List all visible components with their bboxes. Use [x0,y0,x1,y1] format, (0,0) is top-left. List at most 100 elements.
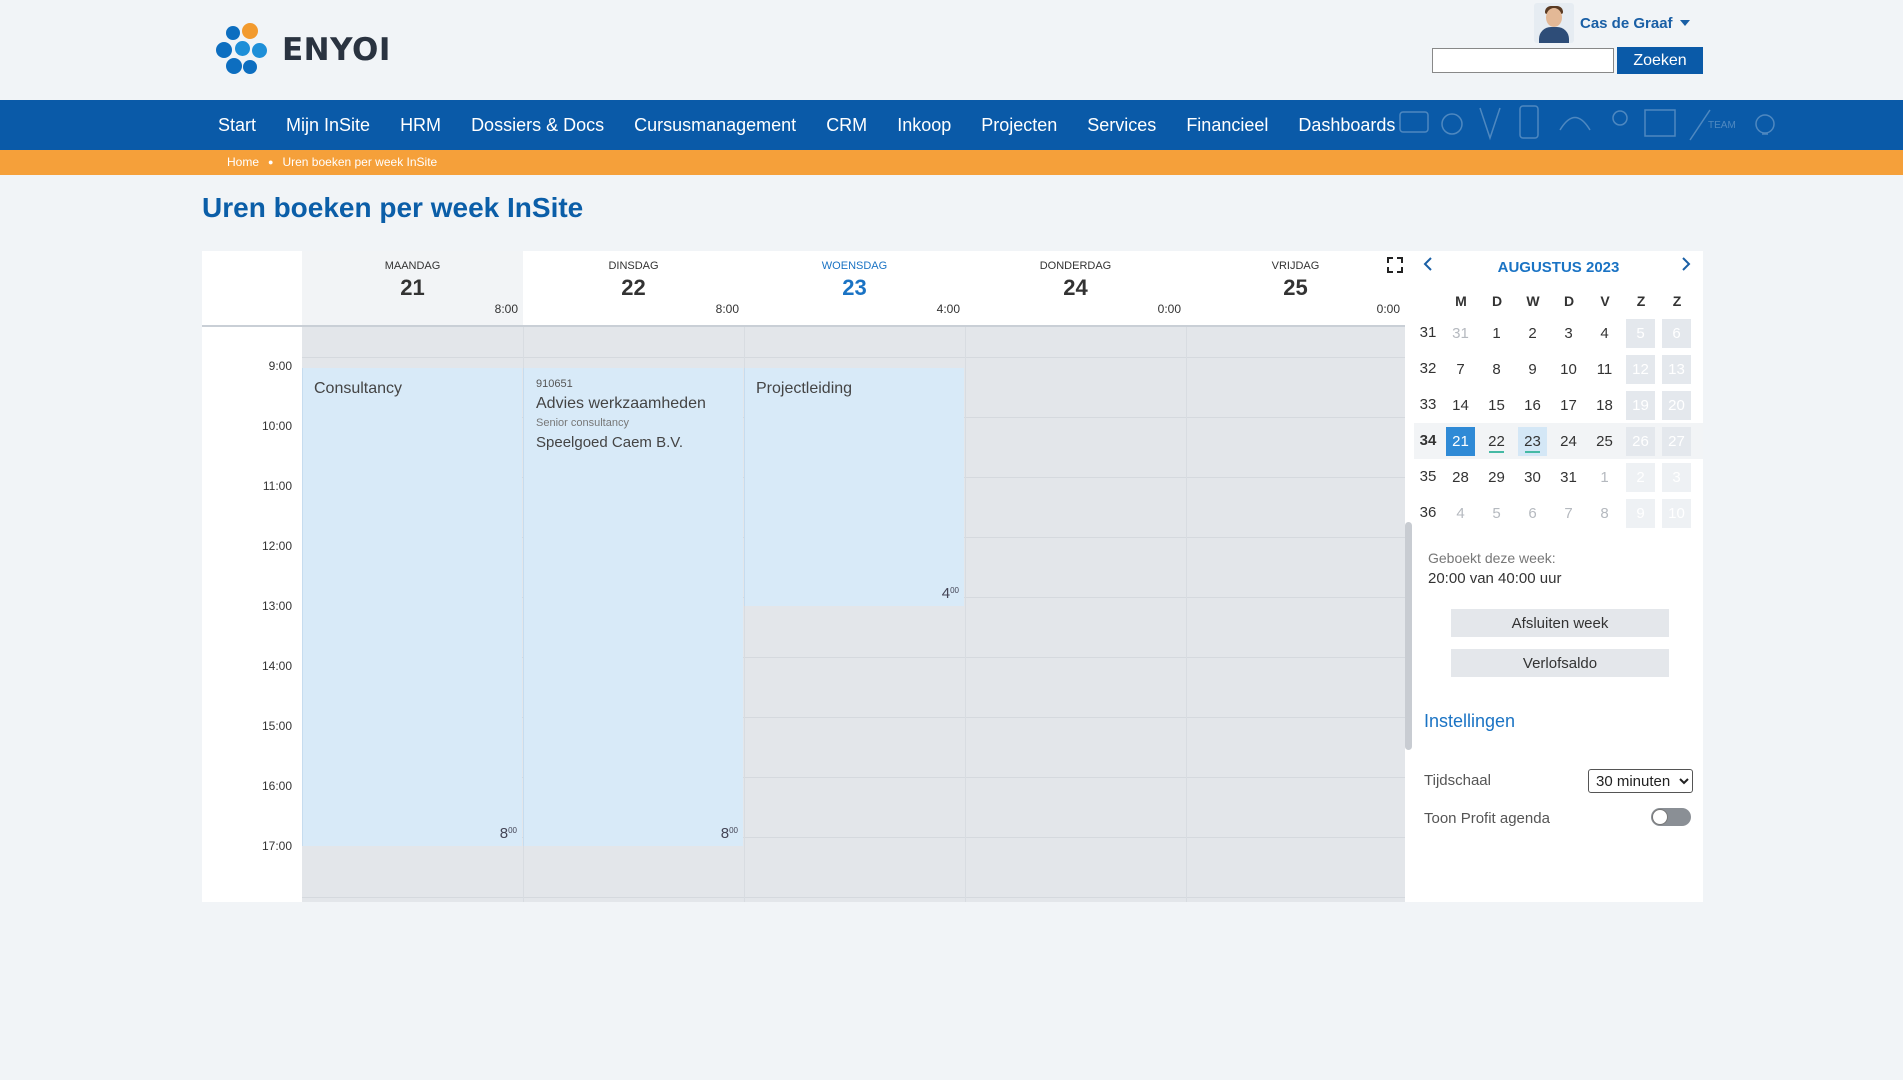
mini-calendar-day[interactable]: 5 [1482,499,1511,528]
event-projectleiding[interactable]: Projectleiding 400 [744,368,964,606]
time-label: 15:00 [261,719,292,733]
day-header-thursday[interactable]: DONDERDAG 24 0:00 [965,251,1186,325]
mini-calendar-day[interactable]: 14 [1446,391,1475,420]
week-number[interactable]: 35 [1416,468,1440,485]
avatar [1534,3,1574,43]
mini-calendar-day[interactable]: 31 [1446,319,1475,348]
mini-calendar-day[interactable]: 2 [1518,319,1547,348]
day-date: 24 [1063,275,1088,300]
breadcrumb-home[interactable]: Home [227,155,259,169]
profit-agenda-label: Toon Profit agenda [1424,810,1550,827]
week-number[interactable]: 34 [1416,432,1440,449]
mini-calendar-day[interactable]: 26 [1626,427,1655,456]
nav-dossiers-docs[interactable]: Dossiers & Docs [456,115,619,136]
nav-projecten[interactable]: Projecten [966,115,1072,136]
timescale-select[interactable]: 30 minuten [1588,769,1693,793]
settings-title[interactable]: Instellingen [1424,711,1515,732]
day-hours: 4:00 [936,302,960,316]
mini-calendar-day[interactable]: 6 [1662,319,1691,348]
nav-financieel[interactable]: Financieel [1171,115,1283,136]
weekday-label: M [1455,293,1467,309]
mini-calendar-day[interactable]: 10 [1554,355,1583,384]
nav-start[interactable]: Start [203,115,271,136]
timescale-label: Tijdschaal [1424,772,1491,789]
week-scrollbar[interactable] [1405,522,1412,750]
mini-calendar-day[interactable]: 31 [1554,463,1583,492]
search-button[interactable]: Zoeken [1617,47,1703,74]
event-advies-werkzaamheden[interactable]: 910651 Advies werkzaamheden Senior consu… [523,368,743,846]
mini-calendar-day[interactable]: 28 [1446,463,1475,492]
day-hours: 8:00 [494,302,518,316]
mini-calendar-day[interactable]: 1 [1482,319,1511,348]
mini-calendar-day[interactable]: 16 [1518,391,1547,420]
mini-calendar-day[interactable]: 5 [1626,319,1655,348]
profit-agenda-toggle[interactable] [1651,808,1691,826]
week-number[interactable]: 32 [1416,360,1440,377]
nav-dashboards[interactable]: Dashboards [1283,115,1410,136]
breadcrumb-bar: Home ● Uren boeken per week InSite [0,150,1903,175]
mini-calendar-day[interactable]: 9 [1626,499,1655,528]
week-number[interactable]: 36 [1416,504,1440,521]
mini-calendar-day[interactable]: 10 [1662,499,1691,528]
mini-calendar-day[interactable]: 18 [1590,391,1619,420]
mini-calendar-day[interactable]: 24 [1554,427,1583,456]
month-title: AUGUSTUS 2023 [1497,259,1620,276]
event-duration: 800 [720,825,738,842]
nav-mijn-insite[interactable]: Mijn InSite [271,115,385,136]
day-header-wednesday[interactable]: WOENSDAG 23 4:00 [744,251,965,325]
booked-value: 20:00 van 40:00 uur [1428,570,1562,587]
day-name: DONDERDAG [1039,260,1112,272]
mini-calendar-day[interactable]: 4 [1446,499,1475,528]
day-header-friday[interactable]: VRIJDAG 25 0:00 [1186,251,1405,325]
mini-calendar-day[interactable]: 13 [1662,355,1691,384]
mini-calendar-day[interactable]: 29 [1482,463,1511,492]
close-week-button[interactable]: Afsluiten week [1451,609,1669,637]
mini-calendar-day[interactable]: 1 [1590,463,1619,492]
fullscreen-icon[interactable] [1387,257,1403,273]
mini-calendar-day[interactable]: 7 [1446,355,1475,384]
weekday-label: D [1491,293,1503,309]
leave-balance-button[interactable]: Verlofsaldo [1451,649,1669,677]
nav-services[interactable]: Services [1072,115,1171,136]
nav-inkoop[interactable]: Inkoop [882,115,966,136]
day-header-monday[interactable]: MAANDAG 21 8:00 [302,251,523,325]
week-number[interactable]: 31 [1416,324,1440,341]
mini-calendar-day[interactable]: 7 [1554,499,1583,528]
mini-calendar-day[interactable]: 19 [1626,391,1655,420]
mini-calendar-day[interactable]: 21 [1446,427,1475,456]
mini-calendar-day[interactable]: 6 [1518,499,1547,528]
day-header-tuesday[interactable]: DINSDAG 22 8:00 [523,251,744,325]
nav-cursusmanagement[interactable]: Cursusmanagement [619,115,811,136]
mini-calendar-day[interactable]: 30 [1518,463,1547,492]
user-menu[interactable]: Cas de Graaf [1534,3,1690,43]
mini-calendar-day[interactable]: 9 [1518,355,1547,384]
time-grid[interactable]: Consultancy 800 910651 Advies werkzaamhe… [302,327,1405,902]
mini-calendar-day[interactable]: 2 [1626,463,1655,492]
mini-calendar-day[interactable]: 11 [1590,355,1619,384]
mini-calendar-day[interactable]: 23 [1518,427,1547,456]
mini-calendar-day[interactable]: 22 [1482,427,1511,456]
event-duration: 400 [941,585,959,602]
time-label: 9:00 [268,359,292,373]
search-input[interactable] [1432,48,1614,73]
mini-calendar-day[interactable]: 20 [1662,391,1691,420]
mini-calendar-day[interactable]: 17 [1554,391,1583,420]
mini-calendar-day[interactable]: 15 [1482,391,1511,420]
mini-calendar-day[interactable]: 12 [1626,355,1655,384]
week-view: MAANDAG 21 8:00 DINSDAG 22 8:00 WOENSDAG… [202,251,1412,902]
mini-calendar-day[interactable]: 25 [1590,427,1619,456]
nav-crm[interactable]: CRM [811,115,882,136]
mini-calendar-day[interactable]: 4 [1590,319,1619,348]
mini-calendar-day[interactable]: 8 [1482,355,1511,384]
day-date: 23 [842,275,867,300]
enyoi-logo[interactable]: ENYOI [214,22,391,78]
page-title: Uren boeken per week InSite [202,192,584,223]
mini-calendar-day[interactable]: 3 [1662,463,1691,492]
week-number[interactable]: 33 [1416,396,1440,413]
nav-hrm[interactable]: HRM [385,115,456,136]
next-month-button[interactable] [1680,257,1692,276]
event-consultancy[interactable]: Consultancy 800 [302,368,522,846]
mini-calendar-day[interactable]: 8 [1590,499,1619,528]
mini-calendar-day[interactable]: 27 [1662,427,1691,456]
mini-calendar-day[interactable]: 3 [1554,319,1583,348]
